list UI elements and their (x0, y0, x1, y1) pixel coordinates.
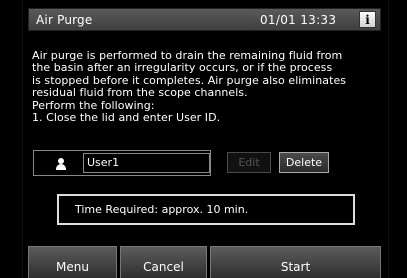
user-id-field[interactable]: User1 (83, 153, 210, 173)
screen (22, 0, 389, 278)
person-icon (56, 158, 66, 170)
description-line: residual fluid from the scope channels. (32, 86, 248, 100)
menu-button[interactable]: Menu (28, 246, 117, 278)
edit-button[interactable]: Edit (227, 152, 271, 173)
info-icon: i (365, 12, 370, 27)
page-title: Air Purge (36, 12, 93, 27)
title-bar: Air Purge 01/01 13:33 i (28, 8, 381, 31)
time-required-box: Time Required: approx. 10 min. (57, 194, 355, 225)
user-id-panel: User1 (33, 150, 211, 176)
delete-button[interactable]: Delete (279, 152, 329, 173)
cancel-button[interactable]: Cancel (120, 246, 207, 278)
datetime-display: 01/01 13:33 (260, 12, 337, 27)
description-line: the basin after an irregularity occurs, … (32, 61, 333, 75)
start-button[interactable]: Start (210, 246, 381, 278)
info-button[interactable]: i (359, 11, 376, 28)
description-text: Air purge is performed to drain the rema… (32, 49, 377, 125)
description-line: 1. Close the lid and enter User ID. (32, 111, 221, 125)
